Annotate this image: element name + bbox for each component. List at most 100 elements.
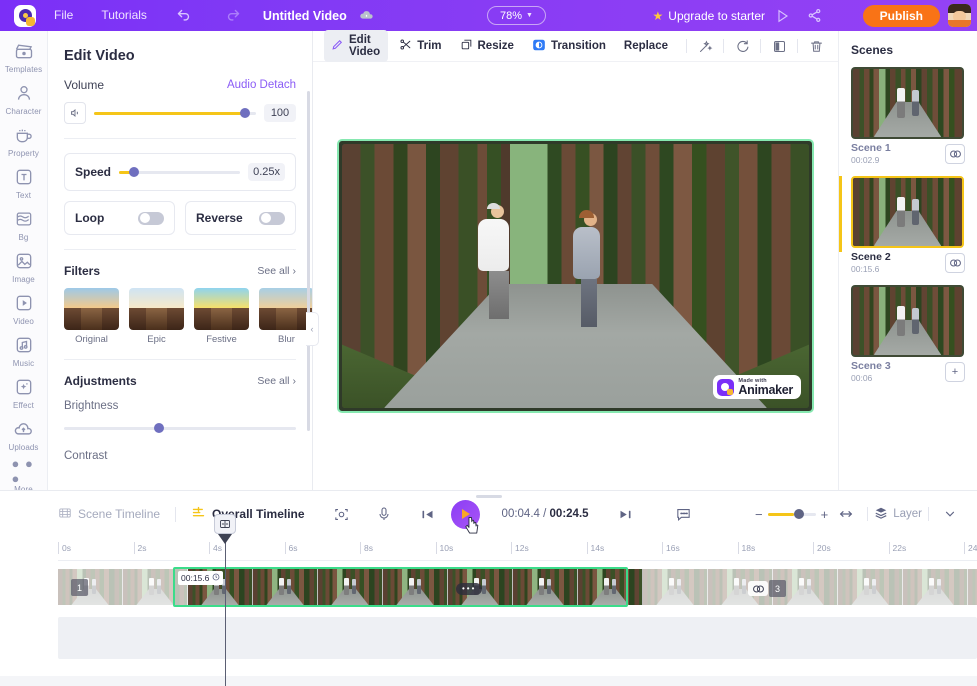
sidebar-item-text[interactable]: Text	[0, 165, 47, 200]
layers-stack-icon	[874, 506, 888, 523]
loop-toggle[interactable]	[138, 211, 164, 225]
zoom-out-button[interactable]: −	[755, 507, 763, 522]
replace-button[interactable]: Replace	[617, 36, 675, 56]
fit-width-icon[interactable]	[831, 500, 861, 528]
present-play-icon[interactable]	[770, 0, 796, 31]
playhead-line[interactable]	[225, 531, 226, 686]
link-scenes-icon[interactable]	[945, 143, 965, 164]
sidebar-item-character[interactable]: Character	[0, 81, 47, 116]
toolbar-transition[interactable]: Transition	[525, 34, 613, 59]
sidebar-item-effect[interactable]: Effect	[0, 375, 47, 410]
timeline-ruler[interactable]: 0s2s4s6s8s10s12s14s16s18s20s22s24s	[58, 537, 977, 561]
next-frame-icon[interactable]	[611, 500, 641, 528]
flip-icon[interactable]	[766, 34, 792, 58]
trash-icon[interactable]	[803, 34, 829, 58]
see-all-label: See all	[257, 375, 290, 387]
panel-scrollbar[interactable]	[307, 91, 310, 431]
zoom-in-button[interactable]: +	[821, 507, 829, 522]
subtitle-icon[interactable]	[669, 500, 699, 528]
adjustments-see-all-button[interactable]: See all ›	[257, 375, 296, 387]
filter-option-blur[interactable]: Blur	[259, 288, 312, 345]
timeline-clip-frame[interactable]	[58, 569, 123, 605]
skip-start-icon[interactable]	[413, 500, 443, 528]
timeline-clip-frame[interactable]	[903, 569, 968, 605]
filter-label: Epic	[147, 334, 166, 345]
sidebar-item-image[interactable]: Image	[0, 249, 47, 284]
sidebar-item-video[interactable]: Video	[0, 291, 47, 326]
layer-label: Layer	[893, 508, 922, 520]
video-preview-frame[interactable]: Made with Animaker	[337, 139, 814, 413]
filter-option-festive[interactable]: Festive	[194, 288, 249, 345]
zoom-slider[interactable]	[767, 509, 816, 519]
timeline-clip-frame[interactable]	[253, 569, 318, 605]
panel-collapse-button[interactable]: ‹	[306, 312, 319, 346]
share-icon[interactable]	[801, 0, 827, 31]
speed-value[interactable]: 0.25x	[248, 163, 285, 181]
timeline-clip-frame[interactable]	[318, 569, 383, 605]
scene-item-2[interactable]: Scene 2 00:15.6	[839, 176, 965, 274]
tab-overall-timeline[interactable]: Overall Timeline	[191, 505, 305, 523]
toolbar-edit-video[interactable]: Edit Video	[324, 30, 389, 62]
timeline-resize-grip[interactable]	[475, 495, 502, 498]
toolbar-resize[interactable]: Resize	[453, 34, 521, 58]
undo-icon[interactable]	[169, 0, 199, 31]
chevron-right-icon: ›	[292, 265, 297, 277]
menu-tutorials[interactable]: Tutorials	[87, 0, 161, 31]
ruler-tick: 16s	[662, 542, 680, 554]
speed-slider[interactable]	[119, 164, 241, 180]
magic-wand-icon[interactable]	[692, 34, 718, 58]
sidebar-item-uploads[interactable]: Uploads	[0, 417, 47, 452]
sidebar-item-templates[interactable]: Templates	[0, 39, 47, 74]
volume-value[interactable]: 100	[264, 104, 296, 122]
scene-item-3[interactable]: Scene 3 00:06 +	[851, 285, 965, 383]
redo-icon[interactable]	[219, 0, 249, 31]
plus-icon[interactable]: +	[945, 361, 965, 382]
scene-item-1[interactable]: Scene 1 00:02.9	[851, 67, 965, 165]
timeline-clip-frame[interactable]	[968, 569, 977, 605]
loop-control[interactable]: Loop	[64, 201, 175, 235]
user-avatar[interactable]	[948, 4, 971, 27]
scene-thumbnail[interactable]	[851, 285, 964, 357]
playhead-handle[interactable]	[214, 514, 236, 534]
clip-options-button[interactable]: •••	[456, 583, 483, 595]
filters-see-all-button[interactable]: See all ›	[257, 265, 296, 277]
empty-timeline-track[interactable]	[58, 617, 977, 659]
speaker-icon[interactable]	[64, 102, 86, 124]
clip-link-badge[interactable]	[748, 581, 768, 596]
scene-thumbnail[interactable]	[851, 67, 964, 139]
menu-file[interactable]: File	[40, 0, 87, 31]
timeline-clip-frame[interactable]	[578, 569, 643, 605]
sidebar-item-property[interactable]: Property	[0, 123, 47, 158]
timeline-zoom-control[interactable]: − +	[755, 507, 828, 522]
sidebar-item-more[interactable]: ● ● ● More	[0, 456, 47, 494]
audio-detach-button[interactable]: Audio Detach	[227, 79, 296, 91]
microphone-icon[interactable]	[369, 500, 399, 528]
reverse-control[interactable]: Reverse	[185, 201, 296, 235]
rotate-icon[interactable]	[729, 34, 755, 58]
toolbar-trim[interactable]: Trim	[392, 34, 448, 58]
publish-button[interactable]: Publish	[862, 5, 940, 27]
timeline-clip-frame[interactable]	[643, 569, 708, 605]
sidebar-item-music[interactable]: Music	[0, 333, 47, 368]
filter-option-original[interactable]: Original	[64, 288, 119, 345]
scene-thumbnail[interactable]	[851, 176, 964, 248]
reverse-toggle[interactable]	[259, 211, 285, 225]
volume-slider[interactable]	[94, 105, 256, 121]
sidebar-item-bg[interactable]: Bg	[0, 207, 47, 242]
brightness-slider[interactable]	[64, 420, 296, 436]
filter-option-epic[interactable]: Epic	[129, 288, 184, 345]
zoom-level-selector[interactable]: 78% ▼	[487, 6, 546, 25]
record-screen-icon[interactable]	[327, 500, 357, 528]
chevron-down-icon[interactable]	[935, 500, 965, 528]
timeline-clip-frame[interactable]	[838, 569, 903, 605]
timeline-clip-frame[interactable]	[513, 569, 578, 605]
tab-scene-timeline[interactable]: Scene Timeline	[58, 506, 160, 523]
link-scenes-icon[interactable]	[945, 252, 965, 273]
layer-button[interactable]: Layer	[874, 506, 922, 523]
timeline-clip-frame[interactable]	[383, 569, 448, 605]
animaker-logo-icon[interactable]	[10, 4, 40, 28]
cloud-save-icon[interactable]	[359, 8, 374, 23]
play-button[interactable]	[450, 499, 480, 534]
project-title[interactable]: Untitled Video	[263, 9, 347, 23]
upgrade-button[interactable]: ★ Upgrade to starter	[653, 0, 765, 31]
